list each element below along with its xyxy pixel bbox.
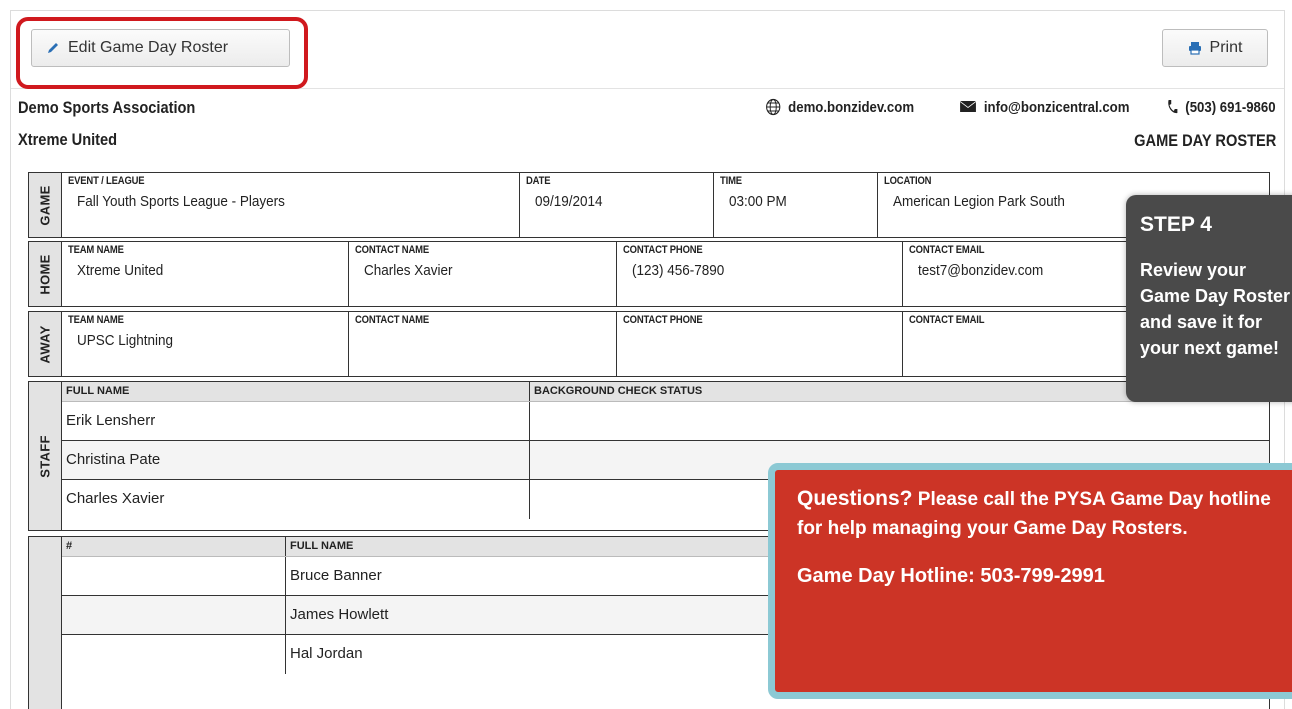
questions-callout: Questions? Please call the PYSA Game Day… [768, 463, 1292, 699]
hotline-text: Game Day Hotline: 503-799-2991 [797, 565, 1105, 587]
player-number [62, 635, 286, 674]
event-cell: EVENT / LEAGUE Fall Youth Sports League … [62, 173, 520, 237]
event-label: EVENT / LEAGUE [68, 175, 145, 187]
print-button-label: Print [1209, 39, 1243, 56]
players-side-label [29, 537, 62, 709]
step-tooltip: STEP 4 Review your Game Day Roster and s… [1126, 195, 1292, 402]
home-side-label: HOME [29, 242, 62, 306]
printer-icon [1188, 42, 1201, 55]
away-contact-cell: CONTACT NAME [349, 312, 617, 376]
globe-icon [765, 98, 781, 116]
staff-side-label: STAFF [29, 382, 62, 530]
date-label: DATE [526, 175, 551, 187]
home-team-cell: TEAM NAME Xtreme United [62, 242, 349, 306]
home-contact-value: Charles Xavier [364, 262, 453, 279]
home-contact-label: CONTACT NAME [355, 244, 429, 256]
document-title: GAME DAY ROSTER [1133, 131, 1276, 150]
step-body: Review your Game Day Roster and save it … [1140, 260, 1291, 358]
home-team-value: Xtreme United [77, 262, 164, 279]
team-name: Xtreme United [18, 130, 118, 149]
home-section: HOME TEAM NAME Xtreme United CONTACT NAM… [28, 241, 1270, 307]
phone-number: (503) 691-9860 [1185, 98, 1276, 116]
player-number [62, 596, 286, 634]
location-label: LOCATION [884, 175, 932, 187]
step-heading: STEP 4 [1140, 213, 1212, 236]
home-phone-label: CONTACT PHONE [623, 244, 703, 256]
table-row: Erik Lensherr [62, 402, 1269, 441]
players-col-number: # [62, 537, 286, 556]
email-link[interactable]: info@bonzicentral.com [984, 99, 1130, 116]
home-phone-value: (123) 456-7890 [632, 262, 725, 279]
away-side-label: AWAY [29, 312, 62, 376]
date-value: 09/19/2014 [535, 193, 603, 210]
questions-text: Questions? Please call the PYSA Game Day… [797, 484, 1292, 543]
staff-name: Charles Xavier [62, 480, 530, 519]
print-button[interactable]: Print [1162, 29, 1268, 67]
website-link[interactable]: demo.bonzidev.com [788, 99, 914, 116]
staff-name: Erik Lensherr [62, 402, 530, 440]
staff-name: Christina Pate [62, 441, 530, 479]
away-contact-label: CONTACT NAME [355, 314, 429, 326]
staff-col-name: FULL NAME [62, 382, 530, 401]
highlight-ring [16, 17, 308, 89]
game-side-label: GAME [29, 173, 62, 237]
away-team-cell: TEAM NAME UPSC Lightning [62, 312, 349, 376]
envelope-icon [960, 101, 976, 112]
time-cell: TIME 03:00 PM [714, 173, 878, 237]
phone-icon [1168, 100, 1178, 114]
staff-table-header: FULL NAME BACKGROUND CHECK STATUS [62, 382, 1269, 402]
home-team-label: TEAM NAME [68, 244, 124, 256]
event-value: Fall Youth Sports League - Players [77, 193, 285, 210]
away-section: AWAY TEAM NAME UPSC Lightning CONTACT NA… [28, 311, 1270, 377]
player-number [62, 557, 286, 595]
time-label: TIME [720, 175, 742, 187]
home-phone-cell: CONTACT PHONE (123) 456-7890 [617, 242, 903, 306]
home-contact-cell: CONTACT NAME Charles Xavier [349, 242, 617, 306]
contact-info: demo.bonzidev.com info@bonzicentral.com … [745, 98, 1276, 116]
away-phone-cell: CONTACT PHONE [617, 312, 903, 376]
time-value: 03:00 PM [729, 193, 787, 210]
game-section: GAME EVENT / LEAGUE Fall Youth Sports Le… [28, 172, 1270, 238]
away-phone-label: CONTACT PHONE [623, 314, 703, 326]
date-cell: DATE 09/19/2014 [520, 173, 714, 237]
staff-bg-status [530, 402, 1269, 440]
questions-lead: Questions? [797, 487, 913, 510]
organization-name: Demo Sports Association [18, 98, 196, 117]
away-team-label: TEAM NAME [68, 314, 124, 326]
away-team-value: UPSC Lightning [77, 332, 174, 349]
